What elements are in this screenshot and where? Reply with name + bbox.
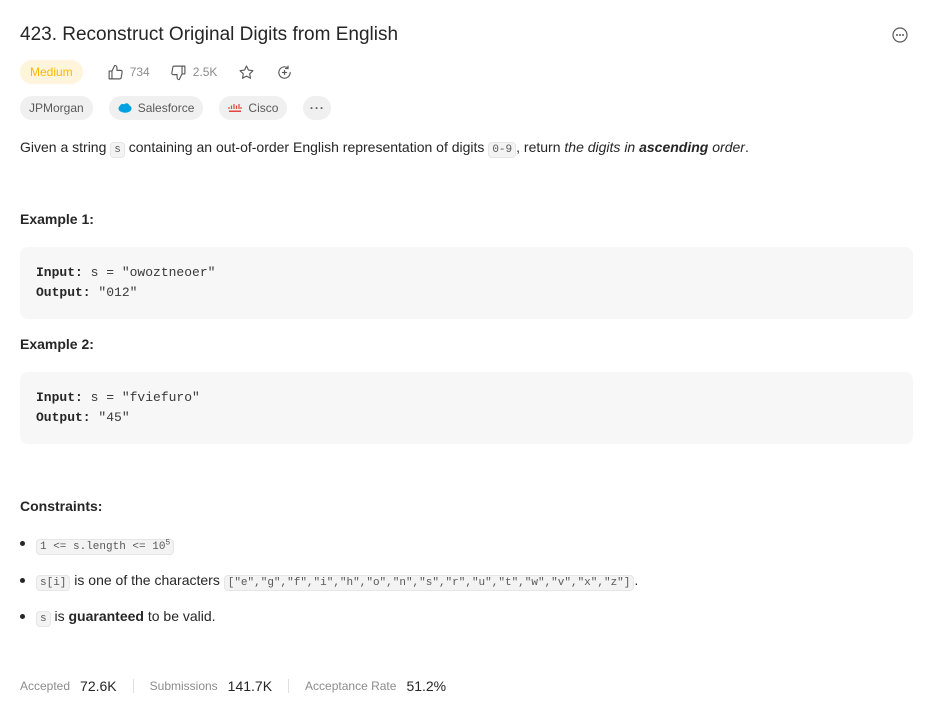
constraint-text: is xyxy=(50,607,69,624)
desc-text: , return xyxy=(516,139,565,155)
constraint-text: to be valid. xyxy=(143,607,216,624)
tag-label: Salesforce xyxy=(137,100,195,115)
input-label: Input: xyxy=(36,265,83,280)
like-button[interactable]: 734 xyxy=(101,60,156,85)
input-label: Input: xyxy=(36,390,83,405)
desc-code: 0-9 xyxy=(488,142,517,158)
divider xyxy=(288,679,290,693)
tag-label: JPMorgan xyxy=(29,100,84,115)
example-2-box: Input: s = "fviefuro" Output: "45" xyxy=(20,372,913,444)
submissions-value: 141.7K xyxy=(227,678,273,694)
desc-strong: ascending xyxy=(639,139,709,155)
output-label: Output: xyxy=(36,285,91,300)
thumbs-down-icon xyxy=(170,65,186,80)
constraint-item: 1 <= s.length <= 105 xyxy=(20,533,638,557)
input-value: s = "fviefuro" xyxy=(82,390,200,405)
divider xyxy=(132,679,134,693)
problem-description: Given a string s containing an out-of-or… xyxy=(20,137,913,160)
like-count: 734 xyxy=(129,65,150,79)
desc-text: containing an out-of-order English repre… xyxy=(124,139,489,155)
constraint-text: is one of the characters xyxy=(70,571,224,588)
constraint-strong: guaranteed xyxy=(68,607,144,624)
problem-title: 423. Reconstruct Original Digits from En… xyxy=(20,24,399,45)
constraint-code: s xyxy=(36,610,51,627)
acceptance-rate-value: 51.2% xyxy=(406,678,447,694)
constraint-code: ["e","g","f","i","h","o","n","s","r","u"… xyxy=(223,574,635,591)
stats-footer: Accepted 72.6K Submissions 141.7K Accept… xyxy=(20,676,446,696)
desc-text: Given a string xyxy=(20,139,111,155)
constraint-item: s[i] is one of the characters ["e","g","… xyxy=(20,570,638,593)
example-2-title: Example 2: xyxy=(20,336,94,352)
dislike-button[interactable]: 2.5K xyxy=(164,60,224,85)
accepted-label: Accepted xyxy=(20,679,71,693)
more-tags-button[interactable]: ··· xyxy=(303,95,332,120)
acceptance-rate-label: Acceptance Rate xyxy=(305,679,397,693)
constraint-code: 1 <= s.length <= 105 xyxy=(36,538,175,555)
desc-emphasis: order xyxy=(708,139,745,155)
more-options-icon[interactable] xyxy=(891,26,909,44)
salesforce-icon xyxy=(118,102,132,113)
difficulty-badge: Medium xyxy=(20,60,83,84)
desc-code: s xyxy=(110,142,125,158)
thumbs-up-icon xyxy=(108,64,123,79)
constraint-code: s[i] xyxy=(36,574,71,591)
output-value: "45" xyxy=(90,410,130,425)
dislike-count: 2.5K xyxy=(192,65,218,79)
tag-jpmorgan[interactable]: JPMorgan xyxy=(20,95,93,120)
input-value: s = "owoztneoer" xyxy=(82,265,216,280)
title-row: 423. Reconstruct Original Digits from En… xyxy=(20,22,913,48)
company-tags: JPMorgan Salesforce Cisco ··· xyxy=(20,95,332,120)
constraint-exponent: 5 xyxy=(165,538,171,547)
constraint-text: . xyxy=(634,571,639,588)
constraint-code-text: 1 <= s.length <= 10 xyxy=(40,540,166,553)
meta-row: Medium 734 2.5K xyxy=(20,59,299,85)
accepted-value: 72.6K xyxy=(80,678,117,694)
submissions-label: Submissions xyxy=(149,679,218,693)
constraint-item: s is guaranteed to be valid. xyxy=(20,606,638,629)
example-1-box: Input: s = "owoztneoer" Output: "012" xyxy=(20,247,913,319)
example-1-title: Example 1: xyxy=(20,211,94,227)
constraints-list: 1 <= s.length <= 105 s[i] is one of the … xyxy=(20,533,638,642)
output-label: Output: xyxy=(36,410,91,425)
cisco-icon xyxy=(228,103,243,112)
favorite-star-icon[interactable] xyxy=(231,59,261,85)
desc-emphasis: the digits in xyxy=(564,139,640,155)
desc-text: . xyxy=(744,139,749,155)
share-icon[interactable] xyxy=(269,59,299,85)
tag-label: Cisco xyxy=(248,100,279,115)
constraints-title: Constraints: xyxy=(20,498,103,514)
tag-salesforce[interactable]: Salesforce xyxy=(108,95,204,120)
output-value: "012" xyxy=(90,285,138,300)
tag-cisco[interactable]: Cisco xyxy=(219,95,288,120)
